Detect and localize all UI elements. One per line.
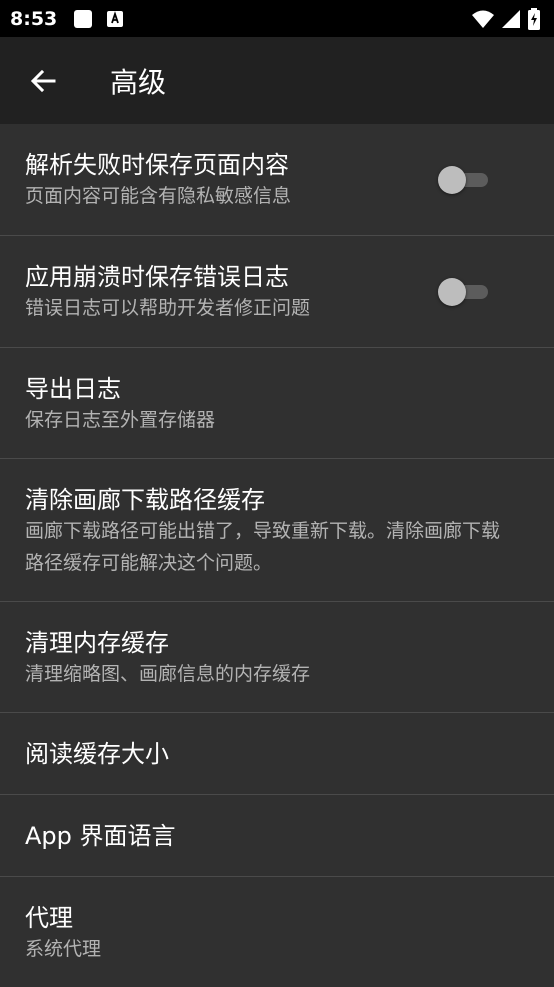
status-right-icons — [472, 8, 540, 30]
app-bar: 高级 — [0, 37, 554, 124]
setting-proxy[interactable]: 代理 系统代理 — [0, 877, 554, 987]
setting-save-page-on-parse-failure[interactable]: 解析失败时保存页面内容 页面内容可能含有隐私敏感信息 — [0, 124, 554, 236]
setting-title: 清理内存缓存 — [25, 629, 169, 657]
status-bar: 8:53 — [0, 0, 554, 37]
setting-subtitle: 保存日志至外置存储器 — [25, 409, 216, 431]
setting-subtitle: 系统代理 — [25, 938, 102, 960]
setting-title: 导出日志 — [25, 375, 121, 403]
setting-title: 代理 — [25, 904, 73, 932]
setting-export-logs[interactable]: 导出日志 保存日志至外置存储器 — [0, 348, 554, 459]
battery-icon — [528, 8, 540, 30]
setting-save-crash-log[interactable]: 应用崩溃时保存错误日志 错误日志可以帮助开发者修正问题 — [0, 236, 554, 348]
back-arrow-icon[interactable] — [28, 66, 58, 96]
setting-app-language[interactable]: App 界面语言 — [0, 795, 554, 877]
setting-title: App 界面语言 — [25, 822, 176, 850]
signal-icon — [502, 10, 520, 28]
status-time: 8:53 — [10, 7, 58, 30]
notification-square-icon — [74, 9, 93, 28]
toggle-switch[interactable] — [438, 166, 488, 194]
wifi-icon — [472, 10, 494, 28]
settings-list: 解析失败时保存页面内容 页面内容可能含有隐私敏感信息 应用崩溃时保存错误日志 错… — [0, 124, 554, 987]
setting-read-cache-size[interactable]: 阅读缓存大小 — [0, 713, 554, 795]
setting-clear-memory-cache[interactable]: 清理内存缓存 清理缩略图、画廊信息的内存缓存 — [0, 602, 554, 713]
setting-title: 阅读缓存大小 — [25, 740, 169, 768]
setting-title: 清除画廊下载路径缓存 — [25, 486, 265, 514]
toggle-thumb — [438, 166, 466, 194]
toggle-thumb — [438, 278, 466, 306]
setting-subtitle: 画廊下载路径可能出错了，导致重新下载。清除画廊下载路径缓存可能解决这个问题。 — [25, 520, 501, 574]
page-title: 高级 — [110, 65, 167, 99]
setting-clear-download-path-cache[interactable]: 清除画廊下载路径缓存 画廊下载路径可能出错了，导致重新下载。清除画廊下载路径缓存… — [0, 459, 554, 602]
translate-app-icon — [107, 10, 124, 27]
setting-subtitle: 清理缩略图、画廊信息的内存缓存 — [25, 663, 311, 685]
toggle-switch[interactable] — [438, 278, 488, 306]
